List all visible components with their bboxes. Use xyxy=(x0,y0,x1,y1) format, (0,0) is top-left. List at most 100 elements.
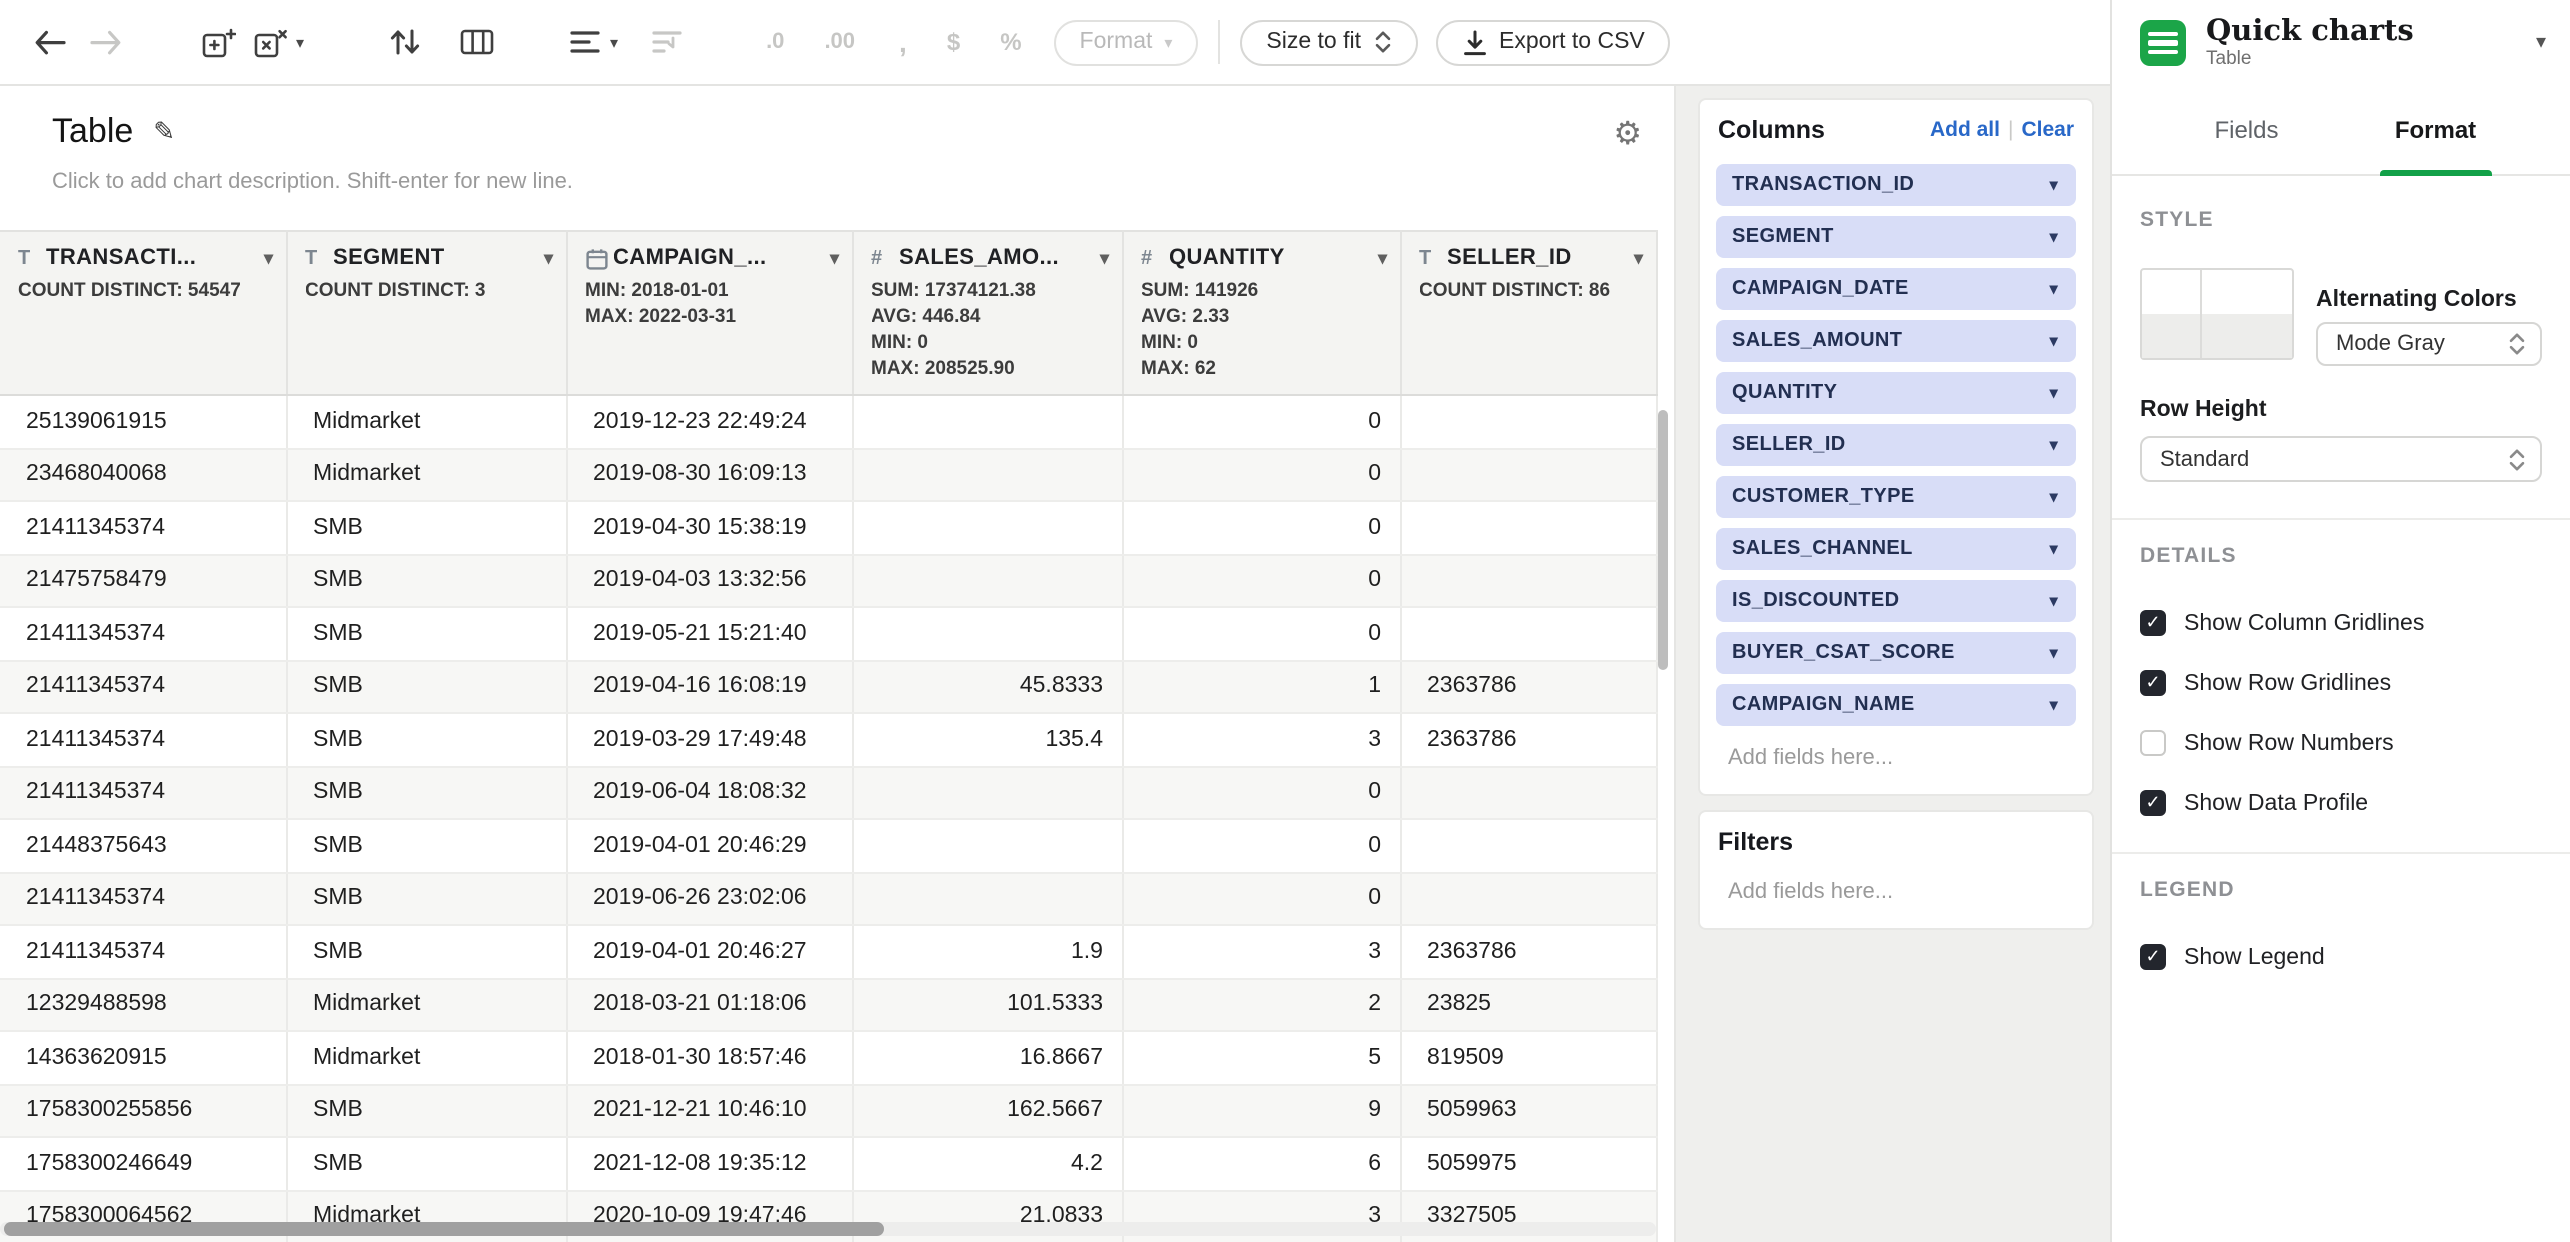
column-pill-campaign-date[interactable]: CAMPAIGN_DATE▾ xyxy=(1716,268,2076,310)
tab-fields[interactable]: Fields xyxy=(2152,86,2341,174)
table-row: 21448375643SMB2019-04-01 20:46:290 xyxy=(0,819,1656,872)
column-sort-chevron-down-icon[interactable]: ▾ xyxy=(544,247,553,269)
align-button[interactable] xyxy=(560,16,608,68)
table-cell: 2019-04-01 20:46:27 xyxy=(566,925,852,978)
chevron-down-icon[interactable]: ▾ xyxy=(2050,332,2058,350)
column-stat: MAX: 2022-03-31 xyxy=(585,304,839,330)
column-pill-seller-id[interactable]: SELLER_ID▾ xyxy=(1716,424,2076,466)
table-row: 1758300255856SMB2021-12-21 10:46:10162.5… xyxy=(0,1084,1656,1137)
size-to-fit-button[interactable]: Size to fit xyxy=(1240,19,1417,65)
tab-format[interactable]: Format xyxy=(2341,86,2530,174)
column-pill-sales-amount[interactable]: SALES_AMOUNT▾ xyxy=(1716,320,2076,362)
chart-menu-chevron-down-icon[interactable]: ▾ xyxy=(296,33,304,51)
chevron-down-icon[interactable]: ▾ xyxy=(2050,280,2058,298)
chevron-down-icon[interactable]: ▾ xyxy=(2050,488,2058,506)
sort-button[interactable] xyxy=(380,16,428,68)
back-button[interactable] xyxy=(26,16,74,68)
header-chevron-down-icon[interactable]: ▾ xyxy=(2536,32,2546,54)
decrease-decimal-icon[interactable]: .0 xyxy=(766,30,784,54)
column-header-sales-amo[interactable]: #SALES_AMO...▾SUM: 17374121.38AVG: 446.8… xyxy=(852,231,1122,395)
column-sort-chevron-down-icon[interactable]: ▾ xyxy=(830,247,839,269)
column-header-quantity[interactable]: #QUANTITY▾SUM: 141926AVG: 2.33MIN: 0MAX:… xyxy=(1122,231,1400,395)
chevron-down-icon[interactable]: ▾ xyxy=(2050,228,2058,246)
columns-add-fields-placeholder[interactable]: Add fields here... xyxy=(1716,746,2076,770)
checkbox-row-show-data-profile[interactable]: ✓Show Data Profile xyxy=(2140,790,2542,816)
column-pill-buyer-csat-score[interactable]: BUYER_CSAT_SCORE▾ xyxy=(1716,632,2076,674)
chevron-down-icon[interactable]: ▾ xyxy=(2050,696,2058,714)
checked-checkbox[interactable]: ✓ xyxy=(2140,670,2166,696)
column-header-seller-id[interactable]: TSELLER_ID▾COUNT DISTINCT: 86 xyxy=(1400,231,1656,395)
add-all-link[interactable]: Add all xyxy=(1930,118,2000,142)
clear-link[interactable]: Clear xyxy=(2021,118,2074,142)
table-cell: 21411345374 xyxy=(0,713,286,766)
checked-checkbox[interactable]: ✓ xyxy=(2140,790,2166,816)
column-stat: SUM: 141926 xyxy=(1141,278,1387,304)
format-button[interactable]: Format ▾ xyxy=(1054,19,1199,65)
table-cell: 2019-06-26 23:02:06 xyxy=(566,872,852,925)
text-type-icon: T xyxy=(1419,247,1447,269)
column-pill-sales-channel[interactable]: SALES_CHANNEL▾ xyxy=(1716,528,2076,570)
column-header-segment[interactable]: TSEGMENT▾COUNT DISTINCT: 3 xyxy=(286,231,566,395)
chart-settings-gear-icon[interactable]: ⚙ xyxy=(1613,114,1642,154)
checkbox-row-show-row-numbers[interactable]: Show Row Numbers xyxy=(2140,730,2542,756)
chevron-down-icon[interactable]: ▾ xyxy=(2050,384,2058,402)
filters-add-fields-placeholder[interactable]: Add fields here... xyxy=(1716,880,2076,904)
checked-checkbox[interactable]: ✓ xyxy=(2140,610,2166,636)
column-header-campaign[interactable]: CAMPAIGN_...▾MIN: 2018-01-01MAX: 2022-03… xyxy=(566,231,852,395)
column-stat: MIN: 0 xyxy=(1141,330,1387,356)
column-pill-campaign-name[interactable]: CAMPAIGN_NAME▾ xyxy=(1716,684,2076,726)
chevron-down-icon[interactable]: ▾ xyxy=(2050,436,2058,454)
quick-charts-header[interactable]: Quick charts Table ▾ xyxy=(2112,0,2570,86)
checkbox-row-show-legend[interactable]: ✓Show Legend xyxy=(2140,944,2542,970)
column-sort-chevron-down-icon[interactable]: ▾ xyxy=(1378,247,1387,269)
column-header-transacti[interactable]: TTRANSACTI...▾COUNT DISTINCT: 54547 xyxy=(0,231,286,395)
column-pill-is-discounted[interactable]: IS_DISCOUNTED▾ xyxy=(1716,580,2076,622)
column-sort-chevron-down-icon[interactable]: ▾ xyxy=(1634,247,1643,269)
chevron-down-icon[interactable]: ▾ xyxy=(2050,176,2058,194)
column-pill-quantity[interactable]: QUANTITY▾ xyxy=(1716,372,2076,414)
table-row: 21411345374SMB2019-04-16 16:08:1945.8333… xyxy=(0,660,1656,713)
table-cell: 2019-06-04 18:08:32 xyxy=(566,766,852,819)
chart-title[interactable]: Table xyxy=(52,112,133,152)
edit-title-pencil-icon[interactable]: ✎ xyxy=(153,116,175,148)
checkbox-row-show-column-gridlines[interactable]: ✓Show Column Gridlines xyxy=(2140,610,2542,636)
checked-checkbox[interactable]: ✓ xyxy=(2140,944,2166,970)
chart-description-placeholder[interactable]: Click to add chart description. Shift-en… xyxy=(52,170,1642,194)
table-cell: SMB xyxy=(286,925,566,978)
chevron-down-icon[interactable]: ▾ xyxy=(2050,644,2058,662)
unchecked-checkbox[interactable] xyxy=(2140,730,2166,756)
columns-panel: Columns Add all|Clear TRANSACTION_ID▾SEG… xyxy=(1698,98,2094,796)
row-height-select[interactable]: Standard xyxy=(2140,436,2542,482)
remove-chart-button[interactable] xyxy=(246,16,294,68)
currency-format-icon[interactable]: $ xyxy=(947,28,960,56)
forward-button[interactable] xyxy=(82,16,130,68)
column-pill-segment[interactable]: SEGMENT▾ xyxy=(1716,216,2076,258)
column-sort-chevron-down-icon[interactable]: ▾ xyxy=(1100,247,1109,269)
checkbox-row-show-row-gridlines[interactable]: ✓Show Row Gridlines xyxy=(2140,670,2542,696)
column-pill-customer-type[interactable]: CUSTOMER_TYPE▾ xyxy=(1716,476,2076,518)
table-horizontal-scrollbar-thumb[interactable] xyxy=(4,1222,884,1236)
align-chevron-down-icon[interactable]: ▾ xyxy=(610,33,618,51)
toolbar-divider xyxy=(1218,20,1220,64)
column-sort-chevron-down-icon[interactable]: ▾ xyxy=(264,247,273,269)
table-columns-button[interactable] xyxy=(452,16,500,68)
table-vertical-scrollbar[interactable] xyxy=(1658,410,1668,670)
increase-decimal-icon[interactable]: .00 xyxy=(824,30,855,54)
chevron-down-icon[interactable]: ▾ xyxy=(2050,540,2058,558)
size-to-fit-label: Size to fit xyxy=(1266,30,1361,54)
percent-format-icon[interactable]: % xyxy=(1000,28,1021,56)
chevron-down-icon[interactable]: ▾ xyxy=(2050,592,2058,610)
column-name: SELLER_ID xyxy=(1447,246,1626,270)
table-cell: 23825 xyxy=(1400,978,1656,1031)
table-row: 21411345374SMB2019-06-04 18:08:320 xyxy=(0,766,1656,819)
table-cell: Midmarket xyxy=(286,978,566,1031)
text-wrap-button[interactable] xyxy=(642,16,690,68)
table-row: 21475758479SMB2019-04-03 13:32:560 xyxy=(0,554,1656,607)
copy-plus-icon xyxy=(201,27,235,57)
duplicate-chart-button[interactable] xyxy=(194,16,242,68)
thousands-separator-icon[interactable]: , xyxy=(899,26,907,58)
export-csv-button[interactable]: Export to CSV xyxy=(1435,19,1671,65)
column-pill-transaction-id[interactable]: TRANSACTION_ID▾ xyxy=(1716,164,2076,206)
table-horizontal-scrollbar-track[interactable] xyxy=(0,1222,1656,1236)
alternating-colors-select[interactable]: Mode Gray xyxy=(2316,322,2542,366)
